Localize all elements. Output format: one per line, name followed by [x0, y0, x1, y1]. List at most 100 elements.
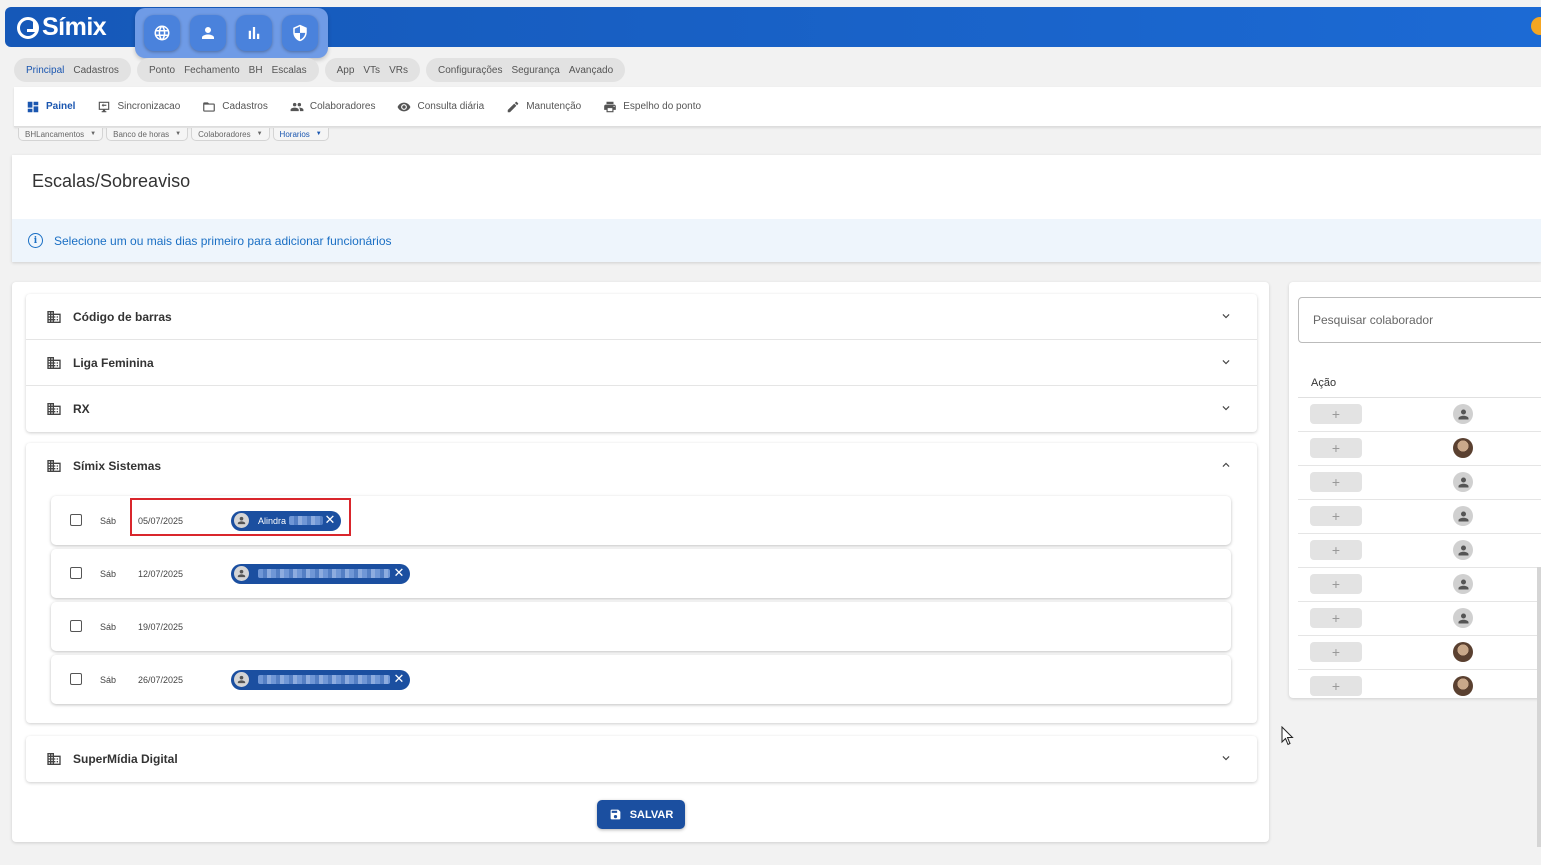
menu-app[interactable]: App — [337, 65, 355, 76]
avatar — [1453, 438, 1473, 458]
eye-icon — [398, 102, 411, 111]
avatar — [1453, 404, 1473, 424]
add-employee-button[interactable]: + — [1310, 438, 1362, 458]
bar-chart-icon[interactable] — [236, 15, 272, 51]
nav-manutencao[interactable]: Manutenção — [506, 100, 581, 114]
add-employee-button[interactable]: + — [1310, 506, 1362, 526]
nav-espelho-do-ponto[interactable]: Espelho do ponto — [603, 100, 701, 114]
add-employee-button[interactable]: + — [1310, 404, 1362, 424]
menu-vts[interactable]: VTs — [363, 65, 380, 76]
person-icon — [237, 675, 246, 684]
nav-cadastros[interactable]: Cadastros — [202, 100, 268, 114]
module-menu: Principal Cadastros Ponto Fechamento BH … — [14, 58, 626, 82]
nav-consulta-diaria[interactable]: Consulta diária — [397, 100, 484, 114]
nav-sincronizacao[interactable]: Sincronizacao — [97, 100, 180, 114]
menu-seguranca[interactable]: Segurança — [511, 65, 559, 76]
day-of-week: Sáb — [100, 674, 117, 685]
day-date: 19/07/2025 — [138, 621, 184, 632]
add-employee-button[interactable]: + — [1310, 642, 1362, 662]
chevron-down-icon — [1222, 360, 1230, 365]
company-row-simix-sistemas[interactable]: Símix Sistemas — [26, 443, 1257, 489]
scrollbar[interactable] — [1537, 567, 1541, 847]
close-icon[interactable]: ✕ — [392, 565, 406, 580]
subtab-banco-de-horas[interactable]: Banco de horas ▼ — [106, 128, 189, 141]
avatar — [1453, 676, 1473, 696]
page-header-card: Escalas/Sobreaviso i Selecione um ou mai… — [12, 155, 1541, 262]
company-row-codigo-de-barras[interactable]: Código de barras — [26, 294, 1257, 340]
menu-cadastros[interactable]: Cadastros — [73, 65, 119, 76]
day-checkbox[interactable] — [70, 673, 82, 685]
shield-icon[interactable] — [282, 15, 318, 51]
nav-painel[interactable]: Painel — [26, 100, 75, 114]
add-employee-button[interactable]: + — [1310, 608, 1362, 628]
menu-principal[interactable]: Principal — [26, 65, 64, 76]
chevron-down-icon — [1222, 314, 1230, 319]
day-checkbox[interactable] — [70, 567, 82, 579]
table-header: Ação — [1298, 369, 1541, 398]
menu-fechamento[interactable]: Fechamento — [184, 65, 240, 76]
top-icon-group — [135, 8, 328, 58]
pill-group-config: Configurações Segurança Avançado — [425, 58, 626, 82]
add-employee-button[interactable]: + — [1310, 574, 1362, 594]
day-row: Sáb 12/07/2025 ✕ — [51, 549, 1231, 598]
info-text: Selecione um ou mais dias primeiro para … — [54, 233, 392, 248]
save-button[interactable]: SALVAR — [597, 800, 685, 829]
pill-group-principal: Principal Cadastros — [14, 58, 131, 82]
sync-icon — [99, 101, 110, 112]
company-row-liga-feminina[interactable]: Liga Feminina — [26, 340, 1257, 386]
employee-chip[interactable]: ✕ — [231, 563, 410, 584]
menu-escalas[interactable]: Escalas — [272, 65, 307, 76]
notification-dot[interactable] — [1531, 17, 1541, 35]
menu-configuracoes[interactable]: Configurações — [438, 65, 502, 76]
search-employee-input[interactable] — [1298, 297, 1541, 343]
avatar — [1453, 472, 1473, 492]
add-employee-button[interactable]: + — [1310, 676, 1362, 696]
globe-icon[interactable] — [144, 15, 180, 51]
day-date: 26/07/2025 — [138, 674, 184, 685]
save-label: SALVAR — [629, 808, 674, 821]
avatar — [234, 566, 249, 581]
menu-ponto[interactable]: Ponto — [149, 65, 175, 76]
info-alert: i Selecione um ou mais dias primeiro par… — [12, 219, 1541, 262]
subtab-horarios[interactable]: Horarios ▼ — [272, 128, 329, 141]
company-name: SuperMídia Digital — [73, 752, 178, 766]
employee-chip[interactable]: ✕ — [231, 669, 410, 690]
company-name: Liga Feminina — [73, 355, 154, 370]
user-icon[interactable] — [190, 15, 226, 51]
pill-group-ponto: Ponto Fechamento BH Escalas — [136, 58, 319, 82]
day-checkbox[interactable] — [70, 620, 82, 632]
table-row: + — [1298, 670, 1541, 698]
avatar — [1453, 506, 1473, 526]
simix-logo[interactable]: Símix — [17, 13, 107, 42]
company-name: Símix Sistemas — [73, 459, 162, 473]
caret-down-icon: ▼ — [175, 131, 182, 137]
chevron-down-icon — [1222, 756, 1230, 761]
company-row-rx[interactable]: RX — [26, 386, 1257, 432]
pill-group-app: App VTs VRs — [324, 58, 420, 82]
building-icon — [47, 310, 61, 323]
nav-label: Colaboradores — [309, 101, 376, 112]
nav-label: Manutenção — [526, 101, 582, 112]
avatar — [1453, 540, 1473, 560]
subtab-label: Horarios — [279, 129, 310, 139]
nav-colaboradores[interactable]: Colaboradores — [290, 100, 376, 114]
avatar — [1453, 608, 1473, 628]
day-checkbox[interactable] — [70, 514, 82, 526]
day-row: Sáb 26/07/2025 ✕ — [51, 655, 1231, 704]
menu-avancado[interactable]: Avançado — [569, 65, 613, 76]
nav-label: Consulta diária — [417, 101, 485, 112]
avatar — [1453, 642, 1473, 662]
close-icon[interactable]: ✕ — [392, 671, 406, 686]
day-row: Sáb 19/07/2025 — [51, 602, 1231, 651]
menu-vrs[interactable]: VRs — [389, 65, 408, 76]
subtab-colaboradores[interactable]: Colaboradores ▼ — [191, 128, 270, 141]
menu-bh[interactable]: BH — [249, 65, 263, 76]
nav-label: Espelho do ponto — [623, 101, 702, 112]
company-row-supermidia-digital[interactable]: SuperMídia Digital — [26, 736, 1257, 782]
floppy-disk-icon — [610, 809, 621, 820]
employee-table: Ação + + + + + + + + + — [1298, 369, 1541, 698]
subtab-bhlancamentos[interactable]: BHLancamentos ▼ — [18, 128, 104, 141]
add-employee-button[interactable]: + — [1310, 540, 1362, 560]
add-employee-button[interactable]: + — [1310, 472, 1362, 492]
day-of-week: Sáb — [100, 515, 117, 526]
